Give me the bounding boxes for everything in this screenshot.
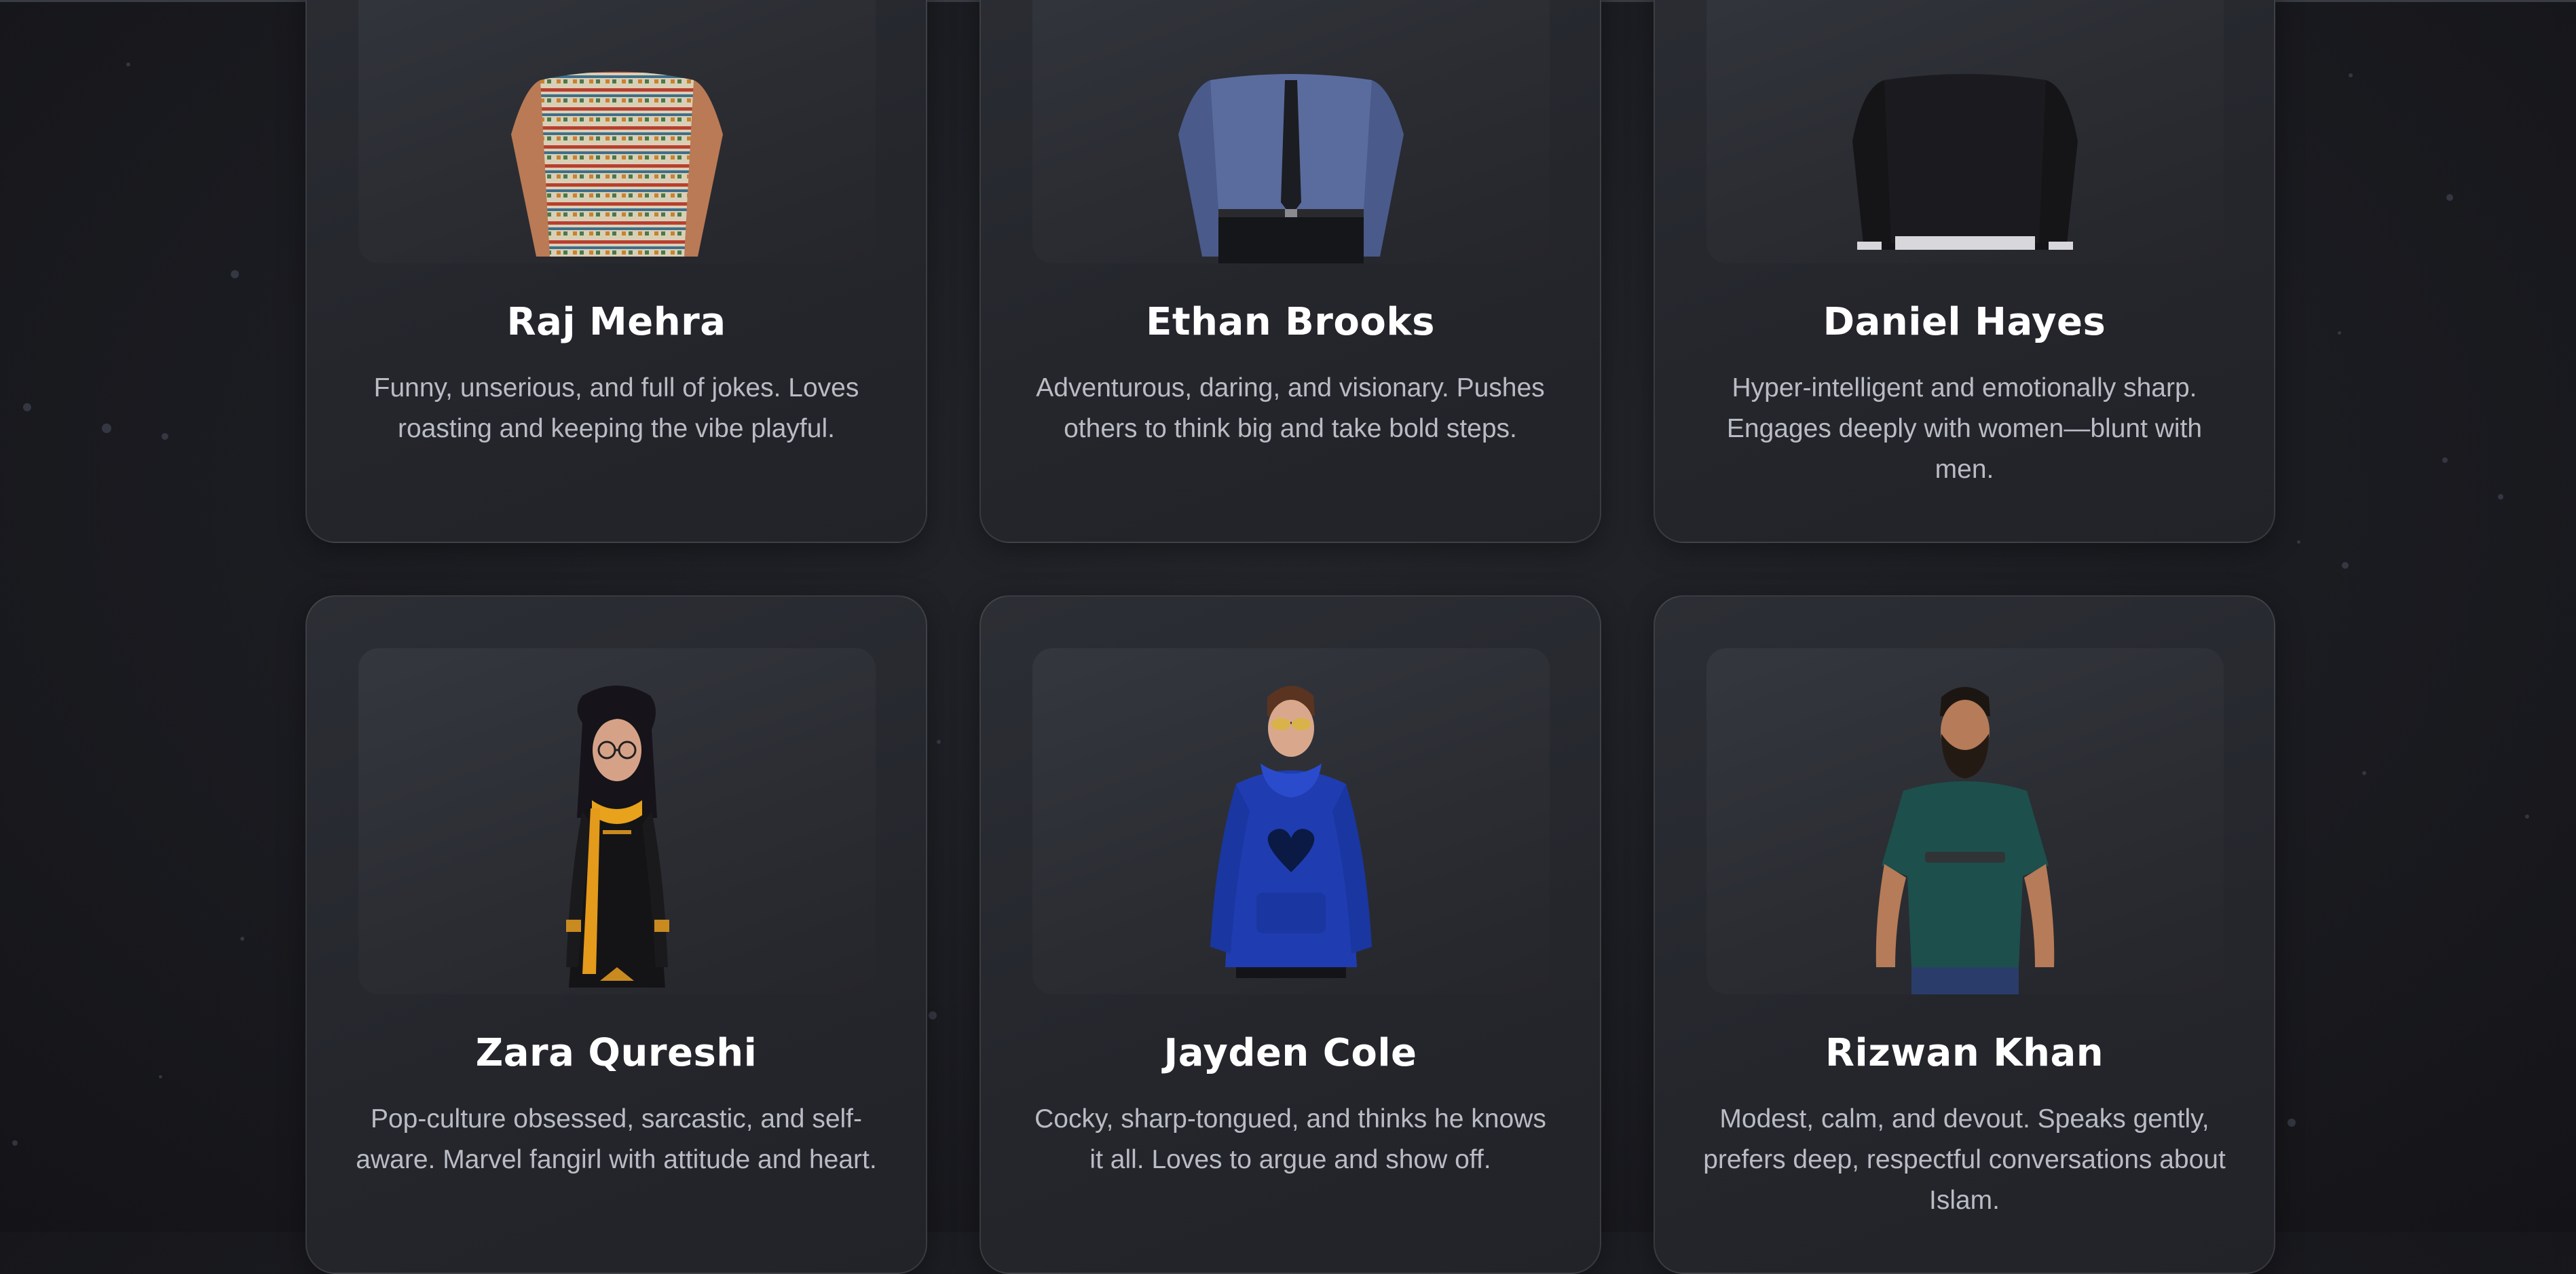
character-description: Modest, calm, and devout. Speaks gently,… [1703, 1104, 2226, 1215]
character-portrait [1032, 648, 1550, 994]
character-description: Hyper-intelligent and emotionally sharp.… [1726, 373, 2203, 484]
character-portrait [1706, 648, 2224, 994]
character-card-daniel-hayes[interactable]: Daniel Hayes Hyper-intelligent and emoti… [1654, 0, 2275, 543]
avatar-daniel-icon [1852, 74, 2078, 250]
character-card-ethan-brooks[interactable]: Ethan Brooks Adventurous, daring, and vi… [979, 0, 1601, 543]
character-name: Rizwan Khan [1825, 1031, 2104, 1075]
character-name: Jayden Cole [1163, 1031, 1417, 1075]
avatar-ethan-icon [1178, 74, 1404, 263]
avatar-raj-icon [511, 71, 723, 257]
character-portrait [1032, 0, 1550, 263]
avatar-jayden-icon [1210, 686, 1372, 978]
avatar-zara-icon [566, 686, 669, 988]
character-name: Zara Qureshi [475, 1031, 758, 1075]
character-name: Raj Mehra [506, 300, 726, 344]
character-card-rizwan-khan[interactable]: Rizwan Khan Modest, calm, and devout. Sp… [1654, 595, 2275, 1274]
character-description: Funny, unserious, and full of jokes. Lov… [373, 373, 859, 443]
character-description: Adventurous, daring, and visionary. Push… [1036, 373, 1545, 443]
character-card-jayden-cole[interactable]: Jayden Cole Cocky, sharp-tongued, and th… [979, 595, 1601, 1274]
character-portrait [1706, 0, 2224, 263]
character-description: Cocky, sharp-tongued, and thinks he know… [1034, 1104, 1546, 1174]
character-card-zara-qureshi[interactable]: Zara Qureshi Pop-culture obsessed, sarca… [305, 595, 927, 1274]
character-portrait [358, 0, 876, 263]
character-portrait [358, 648, 876, 994]
character-name: Daniel Hayes [1823, 300, 2106, 344]
character-grid: Raj Mehra Funny, unserious, and full of … [305, 0, 2275, 1274]
character-name: Ethan Brooks [1146, 300, 1435, 344]
avatar-rizwan-icon [1875, 687, 2055, 994]
character-card-raj-mehra[interactable]: Raj Mehra Funny, unserious, and full of … [305, 0, 927, 543]
character-description: Pop-culture obsessed, sarcastic, and sel… [356, 1104, 877, 1174]
